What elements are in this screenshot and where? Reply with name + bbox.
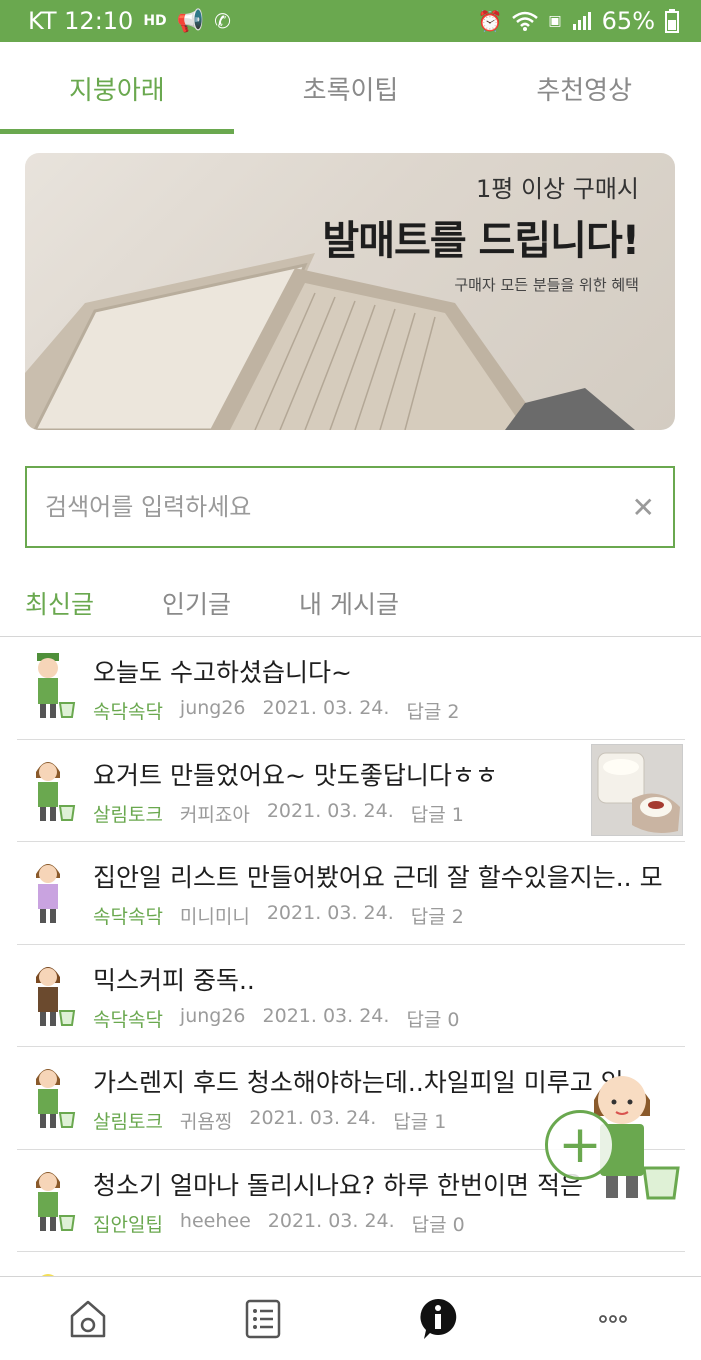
- avatar: [36, 966, 76, 1026]
- tab-label: 지붕아래: [68, 75, 165, 106]
- post-meta: 살림토크 귀욤찡 2021. 03. 24. 답글 1: [93, 1107, 446, 1134]
- post-replies: 답글 1: [410, 803, 464, 826]
- list-item[interactable]: 집안일 리스트 만들어봤어요 근데 잘 할수있을지는.. 모 속닥속닥 미니미니…: [17, 842, 685, 945]
- list-item[interactable]: 믹스커피 중독.. 속닥속닥 jung26 2021. 03. 24. 답글 0: [17, 945, 685, 1047]
- post-author: jung26: [179, 1004, 246, 1027]
- post-meta: 집안일팁 heehee 2021. 03. 24. 답글 0: [93, 1210, 465, 1237]
- info-icon: [420, 1298, 457, 1339]
- post-date: 2021. 03. 24.: [262, 697, 390, 719]
- post-list: 오늘도 수고하셨습니다~ 속닥속닥 jung26 2021. 03. 24. 답…: [17, 637, 685, 1355]
- post-date: 2021. 03. 24.: [266, 799, 394, 822]
- tab-label: 초록이팁: [302, 75, 399, 106]
- post-author: jung26: [179, 697, 246, 719]
- post-title: 오늘도 수고하셨습니다~: [93, 658, 352, 687]
- hd-indicator: HD: [143, 13, 167, 29]
- post-replies: 답글 0: [406, 1008, 460, 1031]
- yogurt-image: [592, 744, 682, 835]
- post-category: 속닥속닥: [93, 701, 163, 723]
- wifi-icon: [512, 11, 539, 31]
- promo-banner[interactable]: 1평 이상 구매시 발매트를 드립니다! 구매자 모든 분들을 위한 혜택: [25, 153, 675, 430]
- banner-line3: 구매자 모든 분들을 위한 혜택: [454, 276, 639, 294]
- tab-roof[interactable]: 지붕아래: [0, 42, 234, 134]
- post-date: 2021. 03. 24.: [266, 902, 394, 924]
- more-icon: [599, 1314, 628, 1323]
- post-title: 믹스커피 중독..: [93, 965, 255, 995]
- nav-list[interactable]: [175, 1277, 350, 1360]
- post-author: heehee: [179, 1209, 251, 1232]
- list-item[interactable]: 오늘도 수고하셨습니다~ 속닥속닥 jung26 2021. 03. 24. 답…: [17, 637, 685, 740]
- nav-info[interactable]: [351, 1277, 526, 1360]
- list-icon: [245, 1299, 281, 1338]
- tab-recommended-videos[interactable]: 추천영상: [467, 42, 701, 134]
- bottom-nav: [0, 1276, 701, 1360]
- sub-tabs: 최신글 인기글 내 게시글: [25, 580, 399, 626]
- subtab-my-posts[interactable]: 내 게시글: [299, 585, 399, 621]
- nav-more[interactable]: [526, 1277, 701, 1360]
- nav-home[interactable]: [0, 1277, 175, 1360]
- carrier-time: KT 12:10: [28, 7, 134, 35]
- avatar: [36, 1069, 76, 1128]
- search-input[interactable]: [45, 493, 632, 521]
- post-meta: 속닥속닥 jung26 2021. 03. 24. 답글 0: [93, 1005, 460, 1032]
- avatar: [36, 761, 76, 821]
- post-replies: 답글 1: [393, 1111, 447, 1133]
- add-post-button[interactable]: +: [545, 1110, 615, 1180]
- search-box: ✕: [25, 466, 675, 548]
- volte-icon: ✆: [214, 9, 231, 33]
- post-replies: 답글 0: [411, 1213, 465, 1236]
- post-author: 미니미니: [179, 906, 250, 928]
- post-date: 2021. 03. 24.: [249, 1107, 377, 1129]
- megaphone-icon: 📢: [176, 8, 205, 34]
- post-replies: 답글 2: [406, 701, 460, 723]
- post-meta: 살림토크 커피죠아 2021. 03. 24. 답글 1: [93, 800, 464, 827]
- battery-icon: [665, 9, 679, 33]
- post-title: 요거트 만들었어요~ 맛도좋답니다ㅎㅎ: [93, 760, 498, 790]
- hd-call-icon: ▣: [548, 13, 562, 29]
- post-category: 살림토크: [93, 1111, 163, 1133]
- post-date: 2021. 03. 24.: [262, 1004, 390, 1027]
- list-item[interactable]: 요거트 만들었어요~ 맛도좋답니다ㅎㅎ 살림토크 커피죠아 2021. 03. …: [17, 740, 685, 842]
- alarm-icon: ⏰: [477, 9, 503, 33]
- post-date: 2021. 03. 24.: [267, 1209, 395, 1232]
- banner-line1: 1평 이상 구매시: [475, 175, 639, 203]
- post-category: 살림토크: [93, 803, 163, 826]
- banner-headline: 발매트를 드립니다!: [322, 218, 640, 264]
- app-screen: KT 12:10 HD 📢 ✆ ⏰ ▣ 65% 지붕아래 초록이팁 추천영상 1…: [0, 0, 701, 1360]
- status-bar: KT 12:10 HD 📢 ✆ ⏰ ▣ 65%: [0, 0, 701, 42]
- battery-percent: 65%: [601, 7, 655, 35]
- post-author: 커피죠아: [179, 803, 250, 826]
- post-replies: 답글 2: [410, 906, 464, 928]
- avatar: [36, 1171, 76, 1231]
- post-meta: 속닥속닥 미니미니 2021. 03. 24. 답글 2: [93, 902, 464, 929]
- post-category: 속닥속닥: [93, 906, 163, 928]
- post-author: 귀욤찡: [179, 1111, 233, 1133]
- tab-green-tips[interactable]: 초록이팁: [234, 42, 468, 134]
- post-title: 집안일 리스트 만들어봤어요 근데 잘 할수있을지는.. 모: [93, 863, 663, 892]
- top-tabs: 지붕아래 초록이팁 추천영상: [0, 42, 701, 134]
- post-thumbnail: [591, 743, 683, 836]
- subtab-latest[interactable]: 최신글: [25, 585, 94, 621]
- clear-icon[interactable]: ✕: [632, 491, 655, 524]
- home-icon: [70, 1300, 105, 1337]
- avatar: [37, 653, 76, 718]
- post-category: 속닥속닥: [93, 1008, 163, 1031]
- tab-label: 추천영상: [536, 75, 633, 106]
- post-meta: 속닥속닥 jung26 2021. 03. 24. 답글 2: [93, 697, 460, 724]
- avatar: [36, 864, 60, 923]
- banner-text: 1평 이상 구매시 발매트를 드립니다! 구매자 모든 분들을 위한 혜택: [322, 169, 640, 295]
- subtab-popular[interactable]: 인기글: [162, 585, 231, 621]
- signal-icon: [572, 12, 591, 30]
- post-category: 집안일팁: [93, 1213, 163, 1236]
